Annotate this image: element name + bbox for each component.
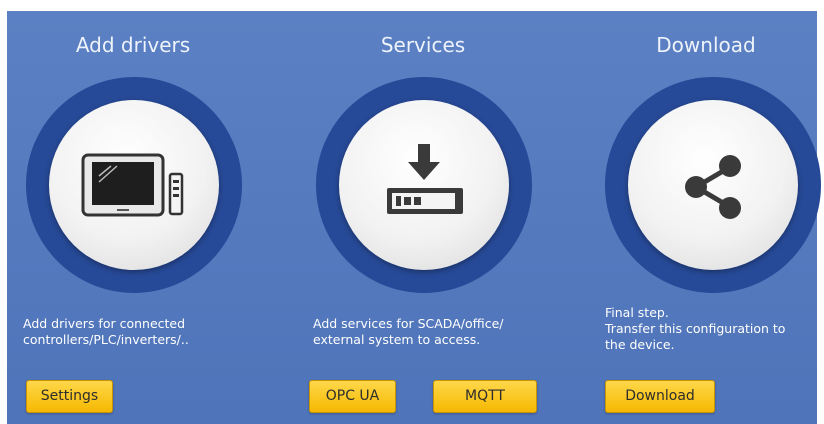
share-icon: [685, 155, 741, 219]
column-title: Download: [656, 33, 756, 57]
mqtt-button[interactable]: MQTT: [433, 380, 537, 413]
download-button[interactable]: Download: [605, 380, 715, 413]
services-circle[interactable]: [316, 77, 532, 293]
devices-icon: [81, 153, 184, 217]
column-services: Services Add services for SCADA/office/ …: [293, 11, 553, 424]
column-title: Add drivers: [75, 33, 191, 57]
settings-button[interactable]: Settings: [26, 380, 113, 413]
opc-ua-button[interactable]: OPC UA: [309, 380, 396, 413]
wizard-panel: Add drivers Add drivers for connected co…: [7, 11, 821, 424]
column-title: Services: [380, 33, 466, 57]
download-description: Final step. Transfer this configuration …: [605, 305, 786, 352]
download-circle[interactable]: [605, 77, 821, 293]
add-drivers-description: Add drivers for connected controllers/PL…: [23, 316, 189, 347]
install-download-icon: [387, 144, 463, 214]
column-download: Download Final step. Transfer this confi…: [597, 11, 821, 424]
services-disc: [339, 100, 509, 270]
download-disc: [628, 100, 798, 270]
add-drivers-disc: [49, 100, 219, 270]
column-add-drivers: Add drivers Add drivers for connected co…: [7, 11, 259, 424]
add-drivers-circle[interactable]: [26, 77, 242, 293]
services-description: Add services for SCADA/office/ external …: [313, 316, 504, 347]
